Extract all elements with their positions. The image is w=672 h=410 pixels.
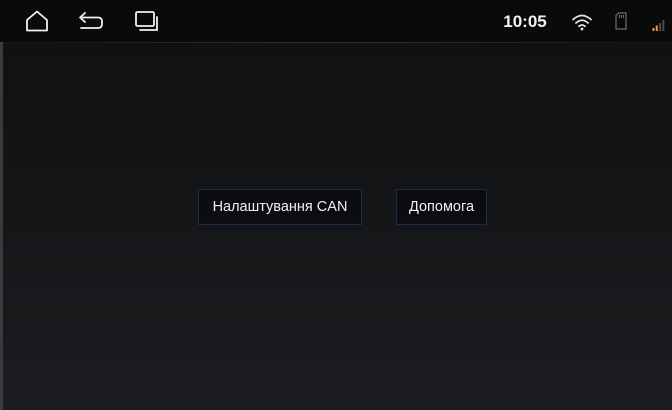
back-button[interactable] bbox=[74, 6, 108, 36]
sd-card-icon bbox=[614, 11, 628, 31]
wifi-icon bbox=[570, 12, 594, 32]
status-bar-divider bbox=[0, 42, 672, 43]
screen: 10:05 Налаштування CAN Допомога bbox=[0, 0, 672, 410]
home-icon bbox=[24, 9, 50, 33]
recent-apps-icon bbox=[133, 9, 159, 33]
screen-edge bbox=[0, 0, 3, 410]
can-settings-button[interactable]: Налаштування CAN bbox=[198, 189, 362, 225]
cellular-signal-icon bbox=[651, 16, 667, 32]
status-bar: 10:05 bbox=[0, 0, 672, 42]
recent-apps-button[interactable] bbox=[129, 6, 163, 36]
back-icon bbox=[77, 10, 105, 32]
home-button[interactable] bbox=[20, 6, 54, 36]
clock: 10:05 bbox=[503, 12, 547, 31]
help-button[interactable]: Допомога bbox=[396, 189, 487, 225]
